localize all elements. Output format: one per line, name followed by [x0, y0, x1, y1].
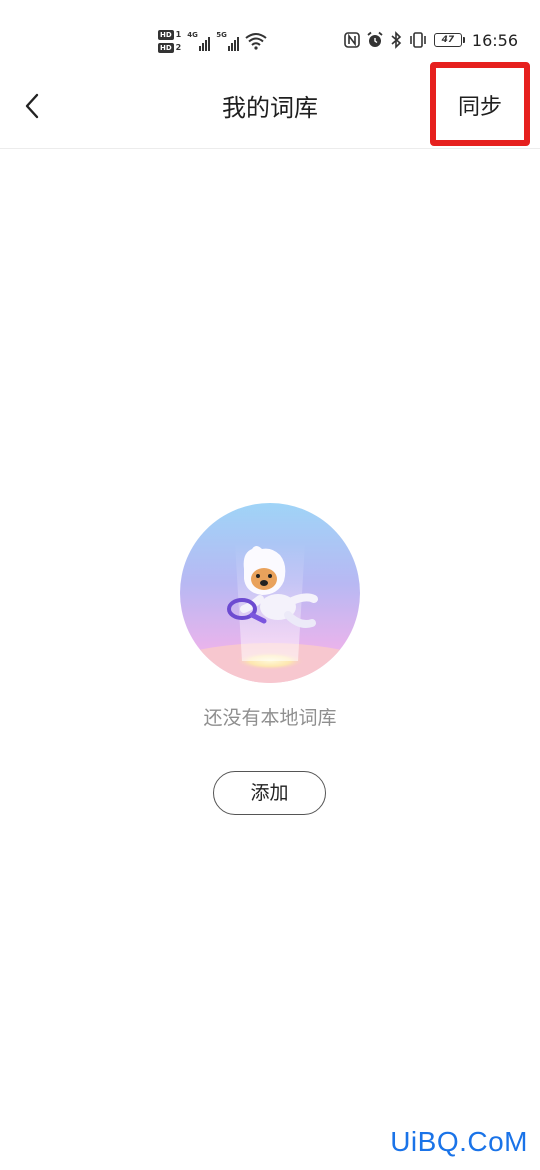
signal-strength-sim1-icon: 4G — [187, 31, 211, 51]
signal-strength-sim2-icon: 5G — [216, 31, 240, 51]
watermark-logo: UiBQ.CoM — [390, 1126, 528, 1157]
battery-icon: 47 — [433, 33, 465, 47]
bluetooth-icon — [390, 30, 402, 50]
status-time: 16:56 — [471, 30, 518, 50]
network-type-sim2: 5G — [216, 31, 227, 39]
sim1-number: 1 — [175, 29, 182, 39]
battery-level: 47 — [441, 35, 455, 45]
sim2-hd-label: HD — [158, 42, 174, 53]
alarm-icon — [366, 30, 384, 50]
sync-button[interactable]: 同步 — [458, 90, 528, 126]
sim1-hd-badge: HD 1 — [158, 29, 182, 40]
nfc-icon — [344, 30, 360, 50]
vibrate-icon — [408, 30, 428, 50]
sim1-hd-label: HD — [158, 29, 174, 40]
network-type-sim1: 4G — [187, 31, 198, 39]
sim2-number: 2 — [175, 42, 182, 52]
add-button[interactable]: 添加 — [213, 771, 326, 815]
status-bar: HD 1 HD 2 4G 5G 47 16:56 — [0, 0, 540, 70]
sim2-hd-badge: HD 2 — [158, 42, 182, 53]
wifi-icon — [245, 31, 267, 51]
status-bar-right: 47 16:56 — [344, 28, 518, 52]
empty-state-illustration — [180, 503, 360, 683]
empty-state-message: 还没有本地词库 — [203, 707, 337, 729]
astronaut-mascot-icon — [180, 503, 360, 683]
status-bar-left: HD 1 HD 2 4G 5G — [158, 26, 267, 56]
sim-indicators: HD 1 HD 2 — [158, 29, 182, 53]
nav-bar: 我的词库 同步 — [0, 62, 540, 149]
